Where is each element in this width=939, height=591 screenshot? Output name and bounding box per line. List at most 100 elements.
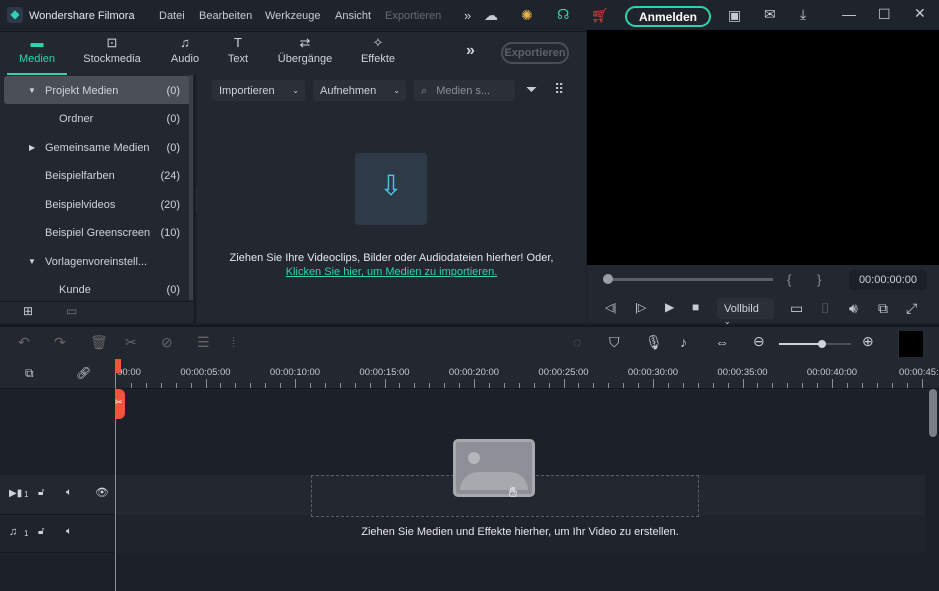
login-button[interactable]: Anmelden [625, 6, 711, 27]
stop-icon[interactable]: ■ [692, 300, 699, 314]
fullscreen-icon[interactable]: ⤢ [906, 300, 917, 317]
adjust-icon[interactable]: ☰ [197, 334, 210, 351]
import-link[interactable]: Klicken Sie hier, um Medien zu importier… [197, 266, 586, 278]
ruler-tick [533, 383, 535, 388]
cut-icon[interactable]: ✂ [125, 334, 137, 351]
sidebar-item-vorlagenvoreinstellungen[interactable]: ▼ Vorlagenvoreinstell... [4, 247, 190, 275]
quality-dropdown[interactable]: Vollbild ⌄ [717, 298, 774, 326]
more-menu-button[interactable]: » [464, 8, 471, 23]
sidebar-item-beispielfarben[interactable]: Beispielfarben (24) [4, 161, 190, 189]
menu-werkzeuge[interactable]: Werkzeuge [265, 10, 320, 22]
ruler-tick [369, 383, 371, 388]
sidebar-item-beispielvideos[interactable]: Beispielvideos (20) [4, 190, 190, 218]
ruler-tick [220, 383, 222, 388]
zoom-slider[interactable] [779, 340, 851, 348]
timeline-ruler[interactable]: ⧉ 🔗︎ 00:00 00:00:05:00 00:00:10:00 00:00:15… [0, 359, 939, 389]
search-input[interactable]: ⌕ Medien s... [414, 80, 515, 101]
pip-icon[interactable]: ⧉ [878, 300, 888, 317]
cloud-icon[interactable]: ☁ [484, 7, 498, 24]
playback-slider[interactable] [603, 278, 773, 281]
menu-datei[interactable]: Datei [159, 10, 185, 22]
import-media-button[interactable]: ⇩ [355, 153, 427, 225]
music-list-icon[interactable]: ♪ [680, 334, 687, 350]
export-button[interactable]: Exportieren [501, 42, 569, 64]
more-tabs-icon[interactable]: » [466, 42, 475, 60]
save-icon[interactable]: ▣ [728, 7, 741, 24]
sidebar-item-kunde[interactable]: Kunde (0) [4, 275, 190, 303]
folder-icon[interactable]: ▭ [66, 304, 77, 318]
record-dropdown[interactable]: Aufnehmen ⌄ [313, 80, 406, 101]
tab-uebergaenge[interactable]: ⇄ Übergänge [275, 32, 335, 75]
audio-meter [898, 331, 923, 357]
display-icon[interactable]: ▭ [790, 300, 803, 317]
play-icon[interactable]: ▶ [665, 300, 674, 314]
next-frame-icon[interactable]: |▷ [635, 301, 646, 314]
lock-icon[interactable]: 🔓︎ [38, 526, 44, 537]
sidebar-item-beispiel-greenscreen[interactable]: Beispiel Greenscreen (10) [4, 218, 190, 246]
ruler-tick [444, 383, 446, 388]
undo-icon[interactable]: ↶ [18, 334, 30, 351]
zoom-out-icon[interactable]: ⊖ [753, 333, 765, 350]
support-headset-icon[interactable]: ☊ [557, 6, 569, 23]
ruler-tick [309, 383, 311, 388]
grid-view-icon[interactable]: ⠿ [554, 81, 564, 98]
ruler-tick [921, 379, 923, 388]
delete-icon[interactable]: 🗑︎ [90, 334, 108, 351]
tab-text[interactable]: T Text [208, 32, 268, 75]
tab-effekte[interactable]: ✧ Effekte [348, 32, 408, 75]
video-track-header: ▶▮ 1 🔓︎ 🔈︎ 👁︎ [0, 475, 115, 515]
mail-icon[interactable]: ✉ [764, 6, 776, 23]
tab-stockmedia[interactable]: ⊡ Stockmedia [82, 32, 142, 75]
menu-exportieren[interactable]: Exportieren [385, 10, 441, 22]
search-icon: ⌕ [421, 85, 428, 97]
ruler-tick [608, 383, 610, 388]
timecode: 00:00:00:00 [849, 270, 927, 290]
ruler-tick [384, 379, 386, 388]
tab-medien[interactable]: ▬ Medien [7, 32, 67, 75]
microphone-icon[interactable]: 🎙︎ [645, 334, 663, 351]
audio-icon[interactable]: 🔈︎ [66, 487, 72, 498]
sidebar-item-projekt-medien[interactable]: ▼ Projekt Medien (0) [4, 76, 190, 104]
playhead-top[interactable] [115, 359, 121, 373]
sidebar-scrollbar[interactable] [189, 75, 193, 300]
import-dropdown[interactable]: Importieren ⌄ [212, 80, 305, 101]
ruler-tick [459, 383, 461, 388]
lock-icon[interactable]: 🔓︎ [38, 487, 44, 498]
audio-icon[interactable]: 🔈︎ [66, 526, 72, 537]
download-icon[interactable]: ⤓ [800, 6, 806, 23]
ruler-tick [518, 383, 520, 388]
snapshot-icon[interactable]: ⌷ [821, 300, 829, 317]
ruler-tick [593, 383, 595, 388]
redo-icon[interactable]: ↷ [54, 334, 66, 351]
cart-icon[interactable]: 🛒︎ [591, 7, 609, 24]
prev-frame-icon[interactable]: ◁| [605, 301, 616, 314]
close-icon[interactable]: ✕ [914, 5, 926, 22]
eye-icon[interactable]: 👁︎ [95, 486, 109, 499]
ruler-tick [235, 383, 237, 388]
ruler-label: 00:00:15:00 [359, 367, 410, 378]
sidebar-item-gemeinsame-medien[interactable]: ▶ Gemeinsame Medien (0) [4, 133, 190, 161]
mark-in-button[interactable]: { [787, 272, 791, 287]
lightbulb-icon[interactable]: ✺ [521, 7, 533, 24]
maximize-icon[interactable]: ☐ [878, 6, 891, 23]
tab-audio[interactable]: ♫ Audio [155, 32, 215, 75]
fit-icon[interactable]: ⇔ [715, 334, 729, 350]
menu-bearbeiten[interactable]: Bearbeiten [199, 10, 252, 22]
minimize-icon[interactable]: — [842, 6, 856, 22]
tag-icon[interactable]: ⊘ [161, 334, 173, 351]
mark-out-button[interactable]: } [817, 272, 821, 287]
volume-icon[interactable]: 🔊︎ [849, 300, 858, 317]
audio-wave-icon[interactable]: ⦙ [232, 334, 235, 351]
marker-icon[interactable]: ⛉ [609, 334, 620, 351]
zoom-in-icon[interactable]: ⊕ [862, 333, 874, 350]
ruler-tick [742, 379, 744, 388]
menu-ansicht[interactable]: Ansicht [335, 10, 371, 22]
playhead-knob[interactable] [603, 274, 613, 284]
sidebar-item-ordner[interactable]: Ordner (0) [4, 104, 190, 132]
timeline-tracks[interactable]: ▶▮ 1 🔓︎ 🔈︎ 👁︎ ♫ 1 🔓︎ 🔈︎ ✋︎ Ziehen Sie Me… [0, 359, 939, 591]
new-folder-icon[interactable]: ⊞ [23, 304, 33, 318]
render-icon[interactable]: ◌ [573, 334, 581, 350]
filter-icon[interactable]: ⏷ [526, 81, 537, 98]
vertical-scrollbar[interactable] [929, 389, 937, 437]
playhead-handle[interactable]: ✂ [115, 389, 125, 419]
